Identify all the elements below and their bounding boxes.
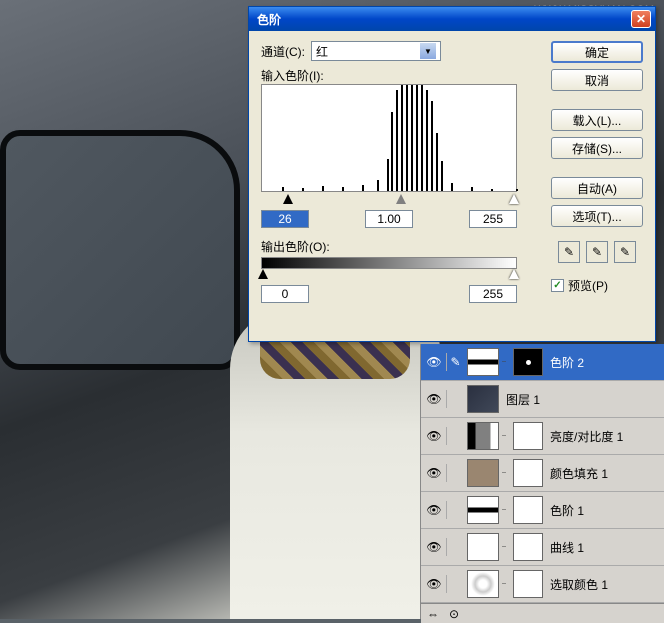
layer-row[interactable]: 👁 ⎯ 曲线 1 xyxy=(421,529,664,566)
white-point-slider[interactable] xyxy=(509,194,519,204)
link-icon: ⎯ xyxy=(502,505,510,515)
layer-mask-thumb[interactable] xyxy=(513,533,543,561)
eye-icon: 👁 xyxy=(426,503,441,517)
layer-name-label[interactable]: 亮度/对比度 1 xyxy=(546,428,660,445)
eyedropper-icon: ✎ xyxy=(564,245,574,259)
save-button[interactable]: 存储(S)... xyxy=(551,137,643,159)
input-gamma-field[interactable] xyxy=(365,210,413,228)
black-point-slider[interactable] xyxy=(283,194,293,204)
visibility-toggle[interactable]: 👁 xyxy=(425,427,443,445)
layer-thumb[interactable] xyxy=(467,385,499,413)
layer-active-col: ✎ xyxy=(446,353,464,371)
eyedropper-icon: ✎ xyxy=(620,245,630,259)
close-icon: ✕ xyxy=(636,12,646,26)
layer-name-label[interactable]: 图层 1 xyxy=(502,391,660,408)
cancel-button[interactable]: 取消 xyxy=(551,69,643,91)
layer-active-col xyxy=(446,501,464,519)
dialog-title: 色阶 xyxy=(253,11,631,28)
visibility-toggle[interactable]: 👁 xyxy=(425,390,443,408)
layer-active-col xyxy=(446,464,464,482)
eyedropper-icon: ✎ xyxy=(592,245,602,259)
link-icon: ⎯ xyxy=(502,468,510,478)
layer-mask-thumb[interactable] xyxy=(513,459,543,487)
layer-thumb[interactable] xyxy=(467,496,499,524)
eyedropper-white[interactable]: ✎ xyxy=(614,241,636,263)
layer-row[interactable]: 👁 ⎯ 亮度/对比度 1 xyxy=(421,418,664,455)
layer-mask-thumb[interactable] xyxy=(513,570,543,598)
input-black-field[interactable] xyxy=(261,210,309,228)
link-icon: ⎯ xyxy=(502,357,510,367)
ok-button[interactable]: 确定 xyxy=(551,41,643,63)
layer-mask-thumb[interactable] xyxy=(513,496,543,524)
gamma-slider[interactable] xyxy=(396,194,406,204)
eye-icon: 👁 xyxy=(426,429,441,443)
bg-car-window xyxy=(0,130,240,370)
eye-icon: 👁 xyxy=(426,540,441,554)
output-gradient xyxy=(261,257,517,269)
histogram-chart xyxy=(261,84,517,192)
layer-thumb[interactable] xyxy=(467,570,499,598)
output-levels-label: 输出色阶(O): xyxy=(261,238,541,255)
visibility-toggle[interactable]: 👁 xyxy=(425,575,443,593)
eyedropper-gray[interactable]: ✎ xyxy=(586,241,608,263)
layers-footer: ⇔ ⊙ xyxy=(421,603,664,623)
close-button[interactable]: ✕ xyxy=(631,10,651,28)
preview-checkbox[interactable]: ✓ xyxy=(551,279,564,292)
output-white-slider[interactable] xyxy=(509,269,519,279)
link-layers-icon[interactable]: ⇔ xyxy=(427,607,439,621)
layer-mask-thumb[interactable] xyxy=(513,348,543,376)
layer-thumb[interactable] xyxy=(467,533,499,561)
eye-icon: 👁 xyxy=(426,466,441,480)
layer-thumb[interactable] xyxy=(467,422,499,450)
layer-thumb[interactable] xyxy=(467,348,499,376)
layer-thumb[interactable] xyxy=(467,459,499,487)
link-icon: ⎯ xyxy=(502,542,510,552)
dialog-titlebar[interactable]: 色阶 ✕ xyxy=(249,7,655,31)
input-levels-label: 输入色阶(I): xyxy=(261,67,541,84)
output-white-field[interactable] xyxy=(469,285,517,303)
brush-icon: ✎ xyxy=(450,355,460,369)
levels-dialog: 色阶 ✕ 通道(C): 红 ▼ 输入色阶(I): xyxy=(248,6,656,342)
layers-panel: 👁 ✎ ⎯ 色阶 2 👁 图层 1 👁 ⎯ 亮度/对比度 1 👁 ⎯ 颜色填充 1 👁 ⎯ 色阶 1 👁 ⎯ 曲线… xyxy=(420,344,664,619)
input-slider-track[interactable] xyxy=(261,194,517,208)
visibility-toggle[interactable]: 👁 xyxy=(425,501,443,519)
link-icon: ⎯ xyxy=(502,579,510,589)
eye-icon: 👁 xyxy=(426,577,441,591)
layer-active-col xyxy=(446,538,464,556)
layer-mask-thumb[interactable] xyxy=(513,422,543,450)
auto-button[interactable]: 自动(A) xyxy=(551,177,643,199)
layer-active-col xyxy=(446,427,464,445)
output-black-field[interactable] xyxy=(261,285,309,303)
layer-name-label[interactable]: 色阶 2 xyxy=(546,354,660,371)
input-white-field[interactable] xyxy=(469,210,517,228)
layer-name-label[interactable]: 选取颜色 1 xyxy=(546,576,660,593)
channel-select[interactable]: 红 ▼ xyxy=(311,41,441,61)
output-slider-track[interactable] xyxy=(261,269,517,283)
options-button[interactable]: 选项(T)... xyxy=(551,205,643,227)
layer-row[interactable]: 👁 ✎ ⎯ 色阶 2 xyxy=(421,344,664,381)
visibility-toggle[interactable]: 👁 xyxy=(425,353,443,371)
link-icon: ⎯ xyxy=(502,431,510,441)
channel-label: 通道(C): xyxy=(261,43,305,60)
eye-icon: 👁 xyxy=(426,355,441,369)
visibility-toggle[interactable]: 👁 xyxy=(425,464,443,482)
layer-row[interactable]: 👁 ⎯ 颜色填充 1 xyxy=(421,455,664,492)
output-black-slider[interactable] xyxy=(258,269,268,279)
layer-active-col xyxy=(446,390,464,408)
eye-icon: 👁 xyxy=(426,392,441,406)
layer-name-label[interactable]: 色阶 1 xyxy=(546,502,660,519)
channel-value: 红 xyxy=(316,43,328,60)
layer-active-col xyxy=(446,575,464,593)
layer-row[interactable]: 👁 ⎯ 色阶 1 xyxy=(421,492,664,529)
layer-fx-icon[interactable]: ⊙ xyxy=(449,607,459,621)
layer-name-label[interactable]: 曲线 1 xyxy=(546,539,660,556)
layer-row[interactable]: 👁 图层 1 xyxy=(421,381,664,418)
layer-name-label[interactable]: 颜色填充 1 xyxy=(546,465,660,482)
layer-row[interactable]: 👁 ⎯ 选取颜色 1 xyxy=(421,566,664,603)
load-button[interactable]: 载入(L)... xyxy=(551,109,643,131)
eyedropper-black[interactable]: ✎ xyxy=(558,241,580,263)
visibility-toggle[interactable]: 👁 xyxy=(425,538,443,556)
chevron-down-icon: ▼ xyxy=(420,43,436,59)
preview-label: 预览(P) xyxy=(568,277,608,294)
